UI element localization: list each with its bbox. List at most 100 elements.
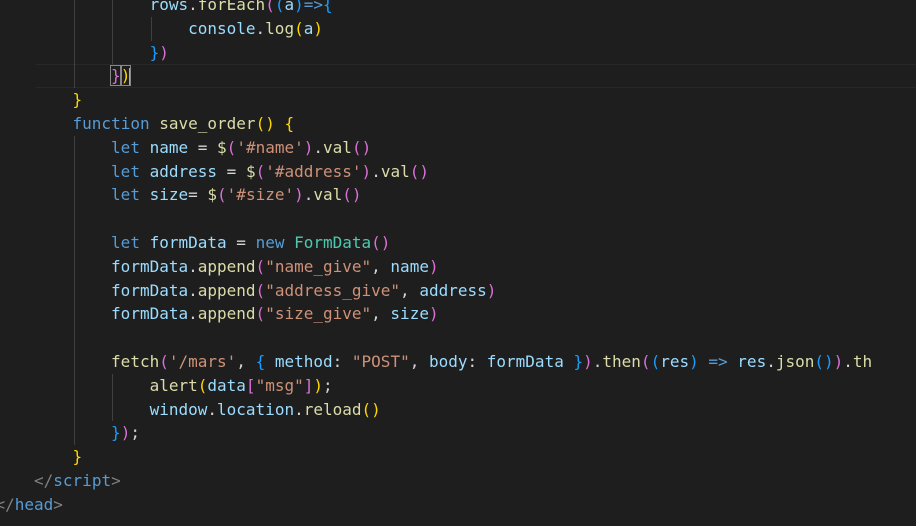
gutter-decoration [0, 285, 3, 297]
code-token: ) [159, 42, 169, 62]
code-text: window.location.reload() [150, 398, 381, 422]
code-token: ( [197, 375, 208, 395]
code-token: { [284, 113, 295, 133]
code-line[interactable]: fetch('/mars', { method: "POST", body: f… [0, 349, 916, 374]
indent-guide [73, 278, 75, 303]
gutter-decoration [0, 261, 3, 273]
code-token: ( [159, 351, 169, 371]
code-token: () [255, 113, 285, 133]
code-token: . [188, 280, 198, 300]
gutter-decoration [0, 189, 3, 201]
code-line[interactable]: let name = $('#name').val() [0, 135, 916, 160]
gutter-decoration [0, 118, 3, 130]
code-token: new [255, 232, 285, 252]
code-text: }) [110, 64, 132, 88]
code-token: a [284, 0, 295, 14]
code-line[interactable] [0, 207, 916, 231]
code-line[interactable]: let formData = new FormData() [0, 230, 916, 255]
code-token: script [53, 470, 112, 490]
code-token: { [255, 351, 266, 371]
code-token: () [361, 399, 381, 419]
code-line[interactable]: formData.append("size_give", size) [0, 302, 916, 327]
code-token: console [188, 18, 256, 38]
code-line[interactable]: } [0, 88, 916, 112]
code-token: ) [294, 0, 304, 14]
code-line[interactable]: let address = $('#address').val() [0, 159, 916, 184]
code-line[interactable]: let size= $('#size').val() [0, 183, 916, 208]
code-line[interactable]: rows.forEach((a)=>{ [0, 0, 916, 17]
gutter-decoration [0, 404, 3, 416]
code-token: log [265, 18, 295, 38]
code-token: '/mars' [168, 351, 237, 371]
code-line[interactable] [0, 326, 916, 350]
code-line[interactable]: </head> [0, 493, 916, 517]
code-token: () [351, 137, 372, 157]
code-token: FormData [294, 232, 372, 252]
gutter-decoration [0, 308, 3, 320]
code-token: '#size' [226, 185, 295, 205]
code-line[interactable]: function save_order() { [0, 112, 916, 136]
code-line[interactable]: window.location.reload() [0, 397, 916, 422]
code-line[interactable]: }) [0, 40, 916, 65]
code-line[interactable]: }); [0, 421, 916, 446]
code-token: () [371, 232, 391, 252]
code-token: append [197, 256, 256, 276]
indent-guide [73, 397, 75, 422]
code-line[interactable]: console.log(a) [0, 16, 916, 41]
gutter-decoration [0, 23, 3, 35]
code-line[interactable]: alert(data["msg"]); [0, 373, 916, 398]
code-text: rows.forEach((a)=>{ [150, 0, 333, 17]
code-token: . [843, 351, 853, 371]
gutter-decoration [0, 94, 3, 106]
indent-guide [150, 16, 152, 41]
code-token: val [323, 137, 352, 157]
code-token: fetch [111, 351, 160, 371]
code-token: = [188, 137, 218, 157]
gutter-decoration [0, 451, 3, 463]
code-token: ( [294, 18, 304, 38]
code-token: then [602, 351, 641, 371]
code-token: ( [650, 351, 661, 371]
gutter-decoration [0, 142, 3, 154]
code-text: </script> [34, 469, 121, 493]
code-token: name [390, 256, 429, 276]
gutter-decoration [0, 47, 3, 59]
code-token: ; [130, 423, 140, 443]
code-token: () [814, 351, 834, 371]
code-token: ) [120, 423, 131, 443]
code-line[interactable]: } [0, 445, 916, 469]
gutter-decoration [0, 380, 3, 392]
code-token: address [419, 280, 487, 300]
code-token: . [188, 0, 198, 14]
indent-guide [112, 40, 114, 65]
code-token: () [409, 161, 429, 181]
indent-guide [73, 183, 75, 208]
code-editor[interactable]: rows.forEach((a)=>{console.log(a)})})} fu… [0, 0, 916, 517]
code-token: save_order [159, 113, 256, 133]
code-token: = [188, 185, 208, 205]
code-line[interactable]: }) [0, 64, 916, 89]
code-token: ( [255, 304, 266, 324]
code-token: ) [428, 256, 439, 276]
code-token: let [111, 232, 140, 252]
code-token: ( [226, 137, 237, 157]
code-token: ) [361, 161, 372, 181]
code-line[interactable]: formData.append("name_give", name) [0, 254, 916, 279]
code-token: ( [217, 185, 227, 205]
code-token: } [149, 42, 160, 62]
code-token: , [371, 304, 391, 324]
code-token: rows [149, 0, 189, 14]
indent-guide [73, 135, 75, 160]
code-line[interactable]: </script> [0, 469, 916, 493]
code-token: . [592, 351, 603, 371]
code-line[interactable]: formData.append("address_give", address) [0, 278, 916, 303]
code-token: th [852, 351, 873, 371]
code-token: formData [486, 351, 564, 371]
indent-guide [112, 0, 114, 17]
code-token: formData [111, 280, 189, 300]
gutter-decoration [0, 475, 3, 487]
code-text: let size= $('#size').val() [111, 183, 362, 207]
code-text: formData.append("size_give", size) [111, 302, 439, 326]
